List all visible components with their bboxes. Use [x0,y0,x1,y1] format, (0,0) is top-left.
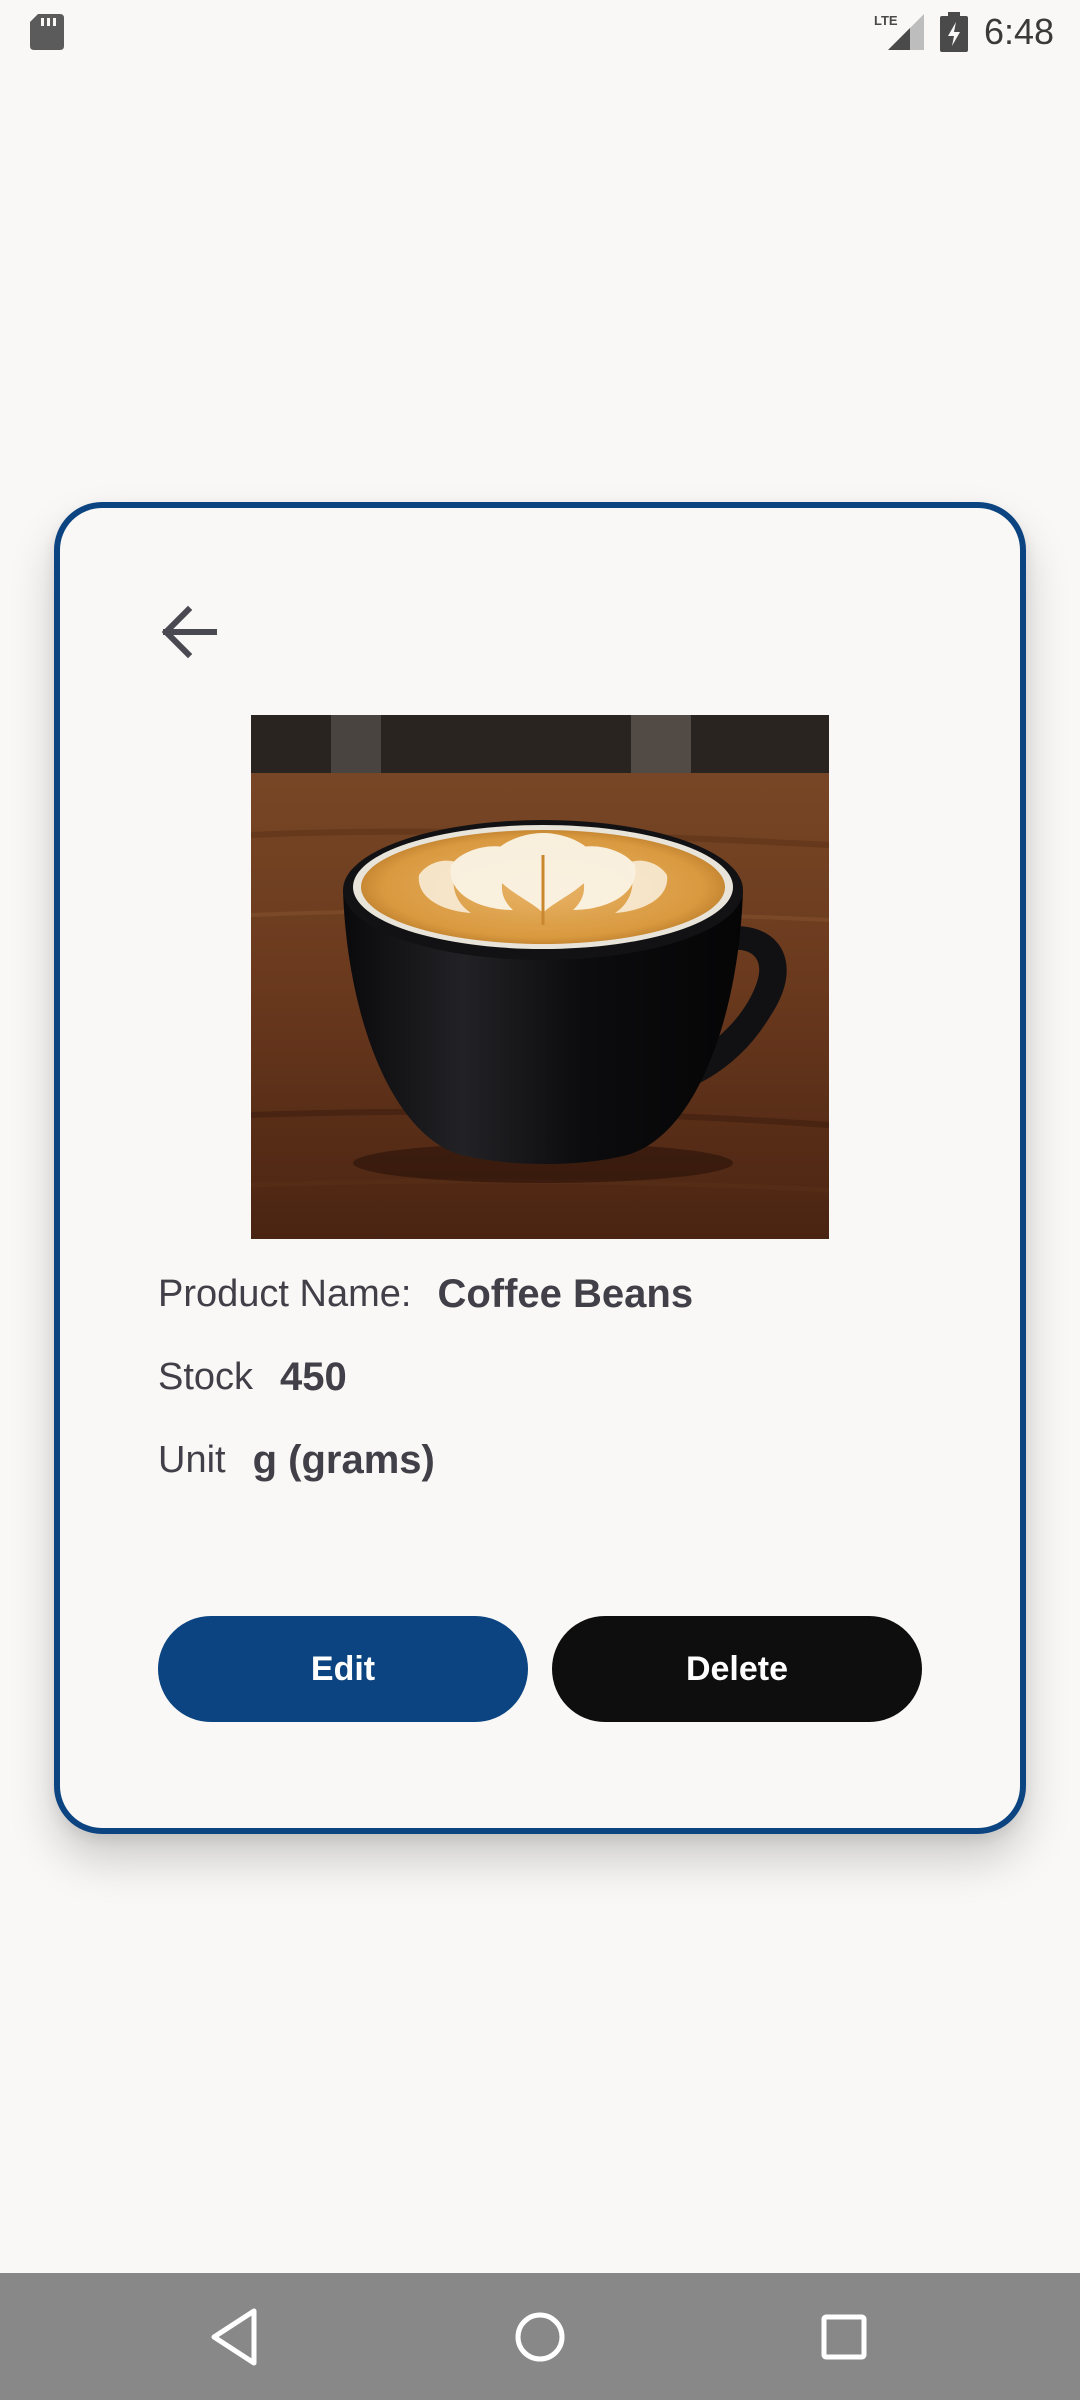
nav-recents-icon[interactable] [804,2297,884,2377]
stock-label: Stock [158,1355,254,1398]
sd-card-icon [30,14,64,50]
arrow-left-icon [161,605,217,659]
navigation-bar [0,2273,1080,2400]
product-name-label: Product Name: [158,1272,412,1315]
battery-charging-icon [940,12,968,52]
status-clock: 6:48 [984,11,1055,52]
back-button[interactable] [140,584,236,680]
delete-button[interactable]: Delete [552,1616,922,1722]
nav-back-icon[interactable] [196,2297,276,2377]
svg-text:LTE: LTE [874,13,898,28]
product-name-value: Coffee Beans [437,1271,694,1316]
unit-row: Unit g (grams) [158,1430,435,1490]
product-name-row: Product Name: Coffee Beans [158,1264,693,1324]
lte-signal-icon: LTE [874,13,924,50]
stock-value: 450 [280,1354,347,1399]
nav-home-icon[interactable] [500,2297,580,2377]
edit-button[interactable]: Edit [158,1616,528,1722]
status-bar: LTE 6:48 [0,0,1080,66]
unit-value: g (grams) [252,1437,435,1482]
stock-row: Stock 450 [158,1347,347,1407]
unit-label: Unit [158,1438,226,1481]
product-image [251,715,829,1239]
coffee-cup-image [251,715,829,1239]
product-detail-card: Product Name: Coffee Beans Stock 450 Uni… [54,502,1026,1834]
